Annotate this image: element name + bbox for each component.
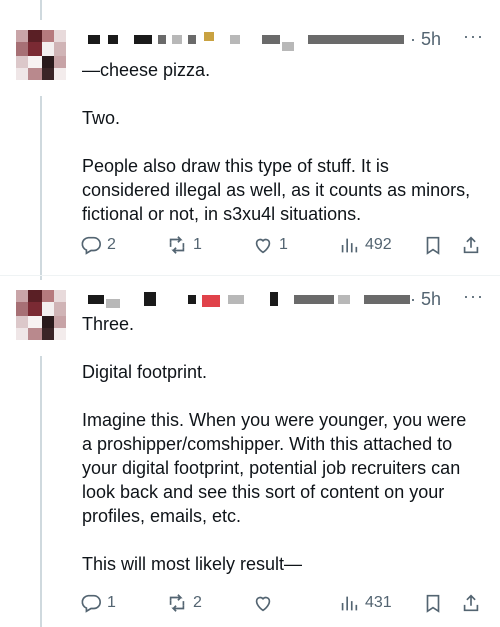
repost-icon [169,236,185,254]
redacted-username [108,35,118,44]
bookmark-button[interactable] [422,592,444,614]
like-button[interactable]: 1 [252,234,288,256]
redacted-username [88,295,104,304]
redacted-username [262,35,280,44]
redacted-username [230,35,240,44]
post-text: —cheese pizza. Two. People also draw thi… [82,60,471,224]
post-header: · 5h ··· [82,26,484,52]
redacted-username [188,295,196,304]
redacted-username [202,295,220,307]
reply-button[interactable]: 1 [80,592,116,614]
heart-icon [255,596,271,612]
post-divider [0,275,500,276]
repost-icon [169,594,185,612]
views-icon [341,596,358,611]
heart-icon [255,238,271,254]
repost-count: 2 [193,594,202,611]
redacted-username [144,292,156,306]
bookmark-button[interactable] [422,234,444,256]
post-time[interactable]: · 5h [410,29,441,50]
share-button[interactable] [460,592,482,614]
bookmark-icon [426,594,440,613]
share-icon [463,594,479,612]
views-icon [341,238,358,253]
repost-button[interactable]: 2 [166,592,202,614]
post-actions: 1 2 431 [80,592,482,616]
thread-line [40,0,42,20]
redacted-username [338,295,350,304]
post-header: · 5h ··· [82,286,484,312]
views-button[interactable]: 431 [338,592,392,614]
redacted-username [228,295,244,304]
views-button[interactable]: 492 [338,234,392,256]
redacted-username [188,35,196,44]
post-actions: 2 1 1 492 [80,234,482,258]
redacted-username [158,35,166,44]
bookmark-icon [426,236,440,255]
view-count: 492 [365,236,392,253]
redacted-username [204,32,214,41]
avatar[interactable] [16,290,66,340]
share-button[interactable] [460,234,482,256]
redacted-handle [364,295,410,304]
redacted-username [134,35,152,44]
redacted-username [88,35,100,44]
like-count: 1 [279,236,288,253]
post-text: Three. Digital footprint. Imagine this. … [82,314,467,574]
redacted-username [172,35,182,44]
reply-button[interactable]: 2 [80,234,116,256]
avatar[interactable] [16,30,66,80]
redacted-username [270,292,278,306]
more-options-icon[interactable]: ··· [463,286,484,307]
thread-line [40,96,42,280]
redacted-handle [308,35,404,44]
share-icon [463,236,479,254]
reply-count: 1 [107,594,116,611]
reply-icon [81,594,101,613]
redacted-username [294,295,334,304]
redacted-username [282,42,294,51]
thread-line [40,356,42,627]
redacted-username [106,299,120,308]
repost-button[interactable]: 1 [166,234,202,256]
view-count: 431 [365,594,392,611]
reply-icon [81,236,101,255]
more-options-icon[interactable]: ··· [463,26,484,47]
repost-count: 1 [193,236,202,253]
reply-count: 2 [107,236,116,253]
post-time[interactable]: · 5h [410,289,441,310]
like-button[interactable] [252,592,279,614]
